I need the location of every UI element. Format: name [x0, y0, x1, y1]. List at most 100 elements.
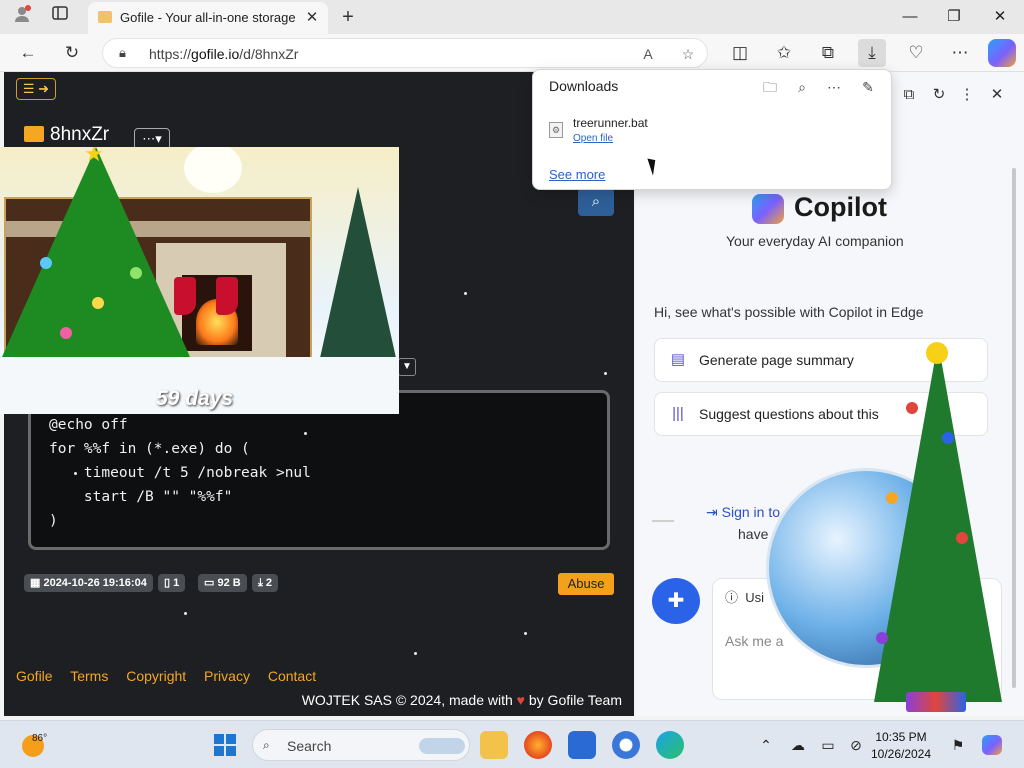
split-screen-icon[interactable]: ◫ — [726, 39, 754, 67]
folder-name: 8hnxZr — [50, 124, 110, 145]
ornament-icon — [60, 327, 72, 339]
sign-in-link[interactable]: ⇥ Sign in to — [706, 504, 780, 521]
footer-link-gofile[interactable]: Gofile — [16, 668, 53, 684]
tab-gofile[interactable]: Gofile - Your all-in-one storage so ✕ — [88, 2, 328, 34]
chat-input-placeholder: Ask me a — [725, 633, 784, 649]
copilot-logo-icon — [752, 194, 784, 224]
copilot-title: Copilot — [794, 192, 887, 222]
browser-toolbar: ← ↻ 🔒︎ https://gofile.io/d/8hnxZr A ☆ ◫ … — [0, 34, 1024, 72]
search-downloads-icon[interactable]: ⌕ — [791, 76, 813, 98]
folder-icon — [24, 126, 44, 142]
notification-icon[interactable]: ⚑ — [948, 735, 968, 755]
firefox-icon[interactable] — [524, 731, 552, 759]
tab-strip: Gofile - Your all-in-one storage so ✕ + … — [0, 0, 1024, 34]
settings-more-icon[interactable]: ⋯ — [946, 39, 974, 67]
ornament-icon — [942, 432, 954, 444]
copilot-close-icon[interactable]: ✕ — [986, 84, 1008, 106]
back-icon[interactable]: ← — [14, 39, 42, 67]
conversation-mode[interactable]: ⓘ Usi — [725, 587, 764, 606]
card-label: Generate page summary — [699, 352, 854, 368]
folder-header: 8hnxZr — [24, 124, 109, 146]
snowflake — [414, 652, 417, 655]
abuse-button[interactable]: Abuse — [558, 573, 614, 595]
menu-toggle-button[interactable]: ☰ ➜ — [16, 78, 56, 100]
snowflake — [464, 292, 467, 295]
open-folder-icon[interactable]: 🗀︎ — [759, 76, 781, 98]
url-path: /d/8hnxZr — [239, 46, 299, 62]
read-aloud-icon[interactable]: A — [637, 43, 659, 65]
downloads-icon[interactable]: ⤓ — [858, 39, 886, 67]
microsoft-store-icon[interactable] — [568, 731, 596, 759]
clock-date[interactable]: 10/26/2024 — [866, 747, 936, 761]
app-icon[interactable] — [612, 731, 640, 759]
pine-tree-icon — [318, 187, 398, 367]
profile-icon[interactable] — [10, 5, 34, 29]
copilot-toolbar-icon[interactable] — [988, 39, 1016, 67]
edge-icon[interactable] — [656, 731, 684, 759]
network-icon[interactable]: ☁ — [788, 735, 808, 755]
copilot-scrollbar[interactable] — [1012, 168, 1016, 688]
new-chat-icon[interactable]: ✚ — [652, 578, 700, 624]
copilot-subtitle: Your everyday AI companion — [726, 233, 904, 249]
minimize-icon[interactable]: — — [896, 4, 924, 30]
tab-actions-icon[interactable] — [48, 5, 72, 29]
open-new-tab-icon[interactable]: ⧉ — [898, 84, 920, 106]
footer-link-terms[interactable]: Terms — [70, 668, 108, 684]
browser-essentials-icon[interactable]: ♡ — [902, 39, 930, 67]
ornament-icon — [906, 402, 918, 414]
address-url: https://gofile.io/d/8hnxZr — [149, 46, 298, 62]
tab-close-icon[interactable]: ✕ — [302, 8, 322, 28]
clock-time[interactable]: 10:35 PM — [866, 730, 936, 744]
close-window-icon[interactable]: ✕ — [986, 4, 1014, 30]
open-file-link[interactable]: Open file — [573, 133, 613, 144]
copilot-refresh-icon[interactable]: ↻ — [928, 84, 950, 106]
see-more-link[interactable]: See more — [549, 167, 605, 182]
gift-boxes-icon — [906, 692, 966, 712]
footer-credit-prefix: WOJTEK SAS © 2024, made with — [301, 692, 513, 708]
url-prefix: https:// — [149, 46, 192, 62]
christmas-tree-icon — [874, 342, 1002, 702]
address-bar[interactable]: 🔒︎ https://gofile.io/d/8hnxZr A ☆ — [102, 38, 708, 68]
restore-icon[interactable]: ❐ — [940, 4, 968, 30]
snowflake — [184, 612, 187, 615]
taskbar: 86° ⌕ Search ⌃ ☁ ▭ ⊘ 10:35 PM 10/26/2024… — [0, 720, 1024, 768]
footer-link-copyright[interactable]: Copyright — [126, 668, 186, 684]
favorites-icon[interactable]: ✩ — [770, 39, 798, 67]
collections-icon[interactable]: ⧉ — [814, 39, 842, 67]
footer-credit: WOJTEK SAS © 2024, made with ♥ by Gofile… — [302, 692, 622, 708]
file-count-badge: ▯ 1 — [158, 574, 186, 592]
lock-icon[interactable]: 🔒︎ — [119, 45, 126, 61]
favorite-star-icon[interactable]: ☆ — [677, 43, 699, 65]
christmas-countdown-popup[interactable]: ★ 59 days — [0, 147, 399, 414]
file-count: 1 — [173, 577, 180, 589]
batch-file-icon: ⚙ — [549, 122, 563, 138]
volume-icon[interactable]: ⊘ — [846, 735, 866, 755]
new-tab-icon[interactable]: + — [336, 5, 360, 29]
card-label: Suggest questions about this — [699, 406, 879, 422]
downloads-more-icon[interactable]: ⋯ — [823, 76, 845, 98]
copilot-taskbar-icon[interactable] — [982, 735, 1002, 755]
download-count: 2 — [265, 577, 273, 589]
show-hidden-icons-icon[interactable]: ⌃ — [756, 735, 776, 755]
file-explorer-icon[interactable] — [480, 731, 508, 759]
stocking-icon — [216, 277, 238, 315]
pin-icon[interactable]: ✎ — [857, 76, 879, 98]
footer-link-contact[interactable]: Contact — [268, 668, 316, 684]
footer-link-privacy[interactable]: Privacy — [204, 668, 250, 684]
divider — [652, 520, 674, 522]
sign-in-text: Sign in to — [721, 504, 780, 520]
download-file-name[interactable]: treerunner.bat — [573, 116, 648, 130]
display-icon[interactable]: ▭ — [818, 735, 838, 755]
windows-start-icon[interactable] — [214, 734, 236, 756]
weather-temperature: 86° — [32, 733, 48, 744]
taskbar-search-placeholder: Search — [287, 738, 332, 754]
taskbar-search[interactable]: ⌕ Search — [252, 729, 470, 761]
refresh-icon[interactable]: ↻ — [58, 39, 86, 67]
heart-icon: ♥ — [516, 692, 525, 708]
search-button[interactable]: ⌕ — [578, 188, 614, 216]
downloads-title: Downloads — [549, 78, 619, 94]
file-dropdown-icon[interactable]: ▼ — [398, 358, 416, 376]
copilot-more-icon[interactable]: ⋮ — [956, 84, 978, 106]
countdown-days: 59 days — [156, 387, 234, 410]
ornament-icon — [40, 257, 52, 269]
